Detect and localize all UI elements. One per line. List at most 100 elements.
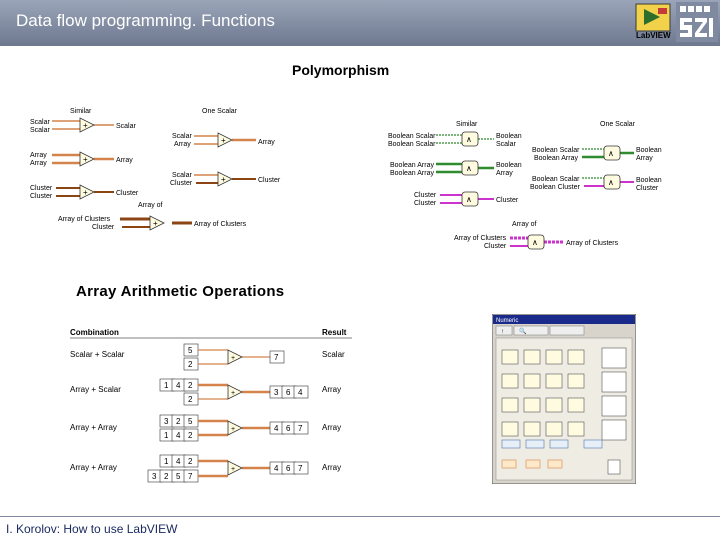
col-header-one-scalar: One Scalar <box>202 108 238 115</box>
output-label: Boolean <box>636 147 662 154</box>
svg-text:+: + <box>83 121 88 130</box>
input-label: Cluster <box>414 192 437 199</box>
output-cell: 4 <box>298 388 303 397</box>
output-cell: 6 <box>286 464 291 473</box>
input-label: Cluster <box>484 243 507 250</box>
palette-icon-row <box>501 439 603 449</box>
input-cell: 4 <box>176 431 181 440</box>
svg-text:+: + <box>231 390 235 397</box>
round-icon[interactable] <box>523 397 541 413</box>
expression-node-icon[interactable] <box>583 439 603 449</box>
footer-text: I. Korolov: How to use LabVIEW <box>6 522 178 536</box>
input-label: Boolean Scalar <box>388 141 436 148</box>
additional-constants-icon[interactable] <box>601 419 627 441</box>
output-label: Array <box>116 157 133 164</box>
output-label: Scalar <box>116 123 137 130</box>
output-label: Array <box>636 155 653 162</box>
input-label: Boolean Array <box>390 162 434 169</box>
square-root-icon[interactable] <box>545 397 563 413</box>
result-label: Array <box>322 463 341 472</box>
numeric-palette-window[interactable]: Numeric ↑ 🔍 <box>492 314 636 484</box>
input-label: Scalar <box>172 133 193 140</box>
output-label: Cluster <box>636 185 659 192</box>
svg-text:+: + <box>221 136 226 145</box>
absolute-value-icon[interactable] <box>501 397 519 413</box>
numeric-constant-small-icon[interactable] <box>549 439 569 449</box>
reciprocal-icon[interactable] <box>501 421 519 437</box>
input-label: Array <box>30 160 47 167</box>
add-array-elements-icon[interactable] <box>545 373 563 389</box>
input-cell: 3 <box>152 472 157 481</box>
decrement-function-icon[interactable] <box>523 373 541 389</box>
input-cell: 2 <box>176 417 181 426</box>
e-constant-icon[interactable] <box>525 459 541 469</box>
input-label: Array <box>174 141 191 148</box>
output-label: Scalar <box>496 141 517 148</box>
combination-label: Array + Array <box>70 423 117 432</box>
input-cell: 5 <box>188 346 193 355</box>
output-label: Cluster <box>258 177 281 184</box>
output-cell: 4 <box>274 464 279 473</box>
slide-title: Data flow programming. Functions <box>16 11 275 30</box>
output-cell: 3 <box>274 388 279 397</box>
input-cell: 3 <box>164 417 169 426</box>
svg-text:+: + <box>231 426 235 433</box>
input-label: Boolean Scalar <box>388 133 436 140</box>
result-header: Result <box>322 328 347 337</box>
numeric-constant-icon[interactable] <box>601 347 627 369</box>
input-label: Boolean Scalar <box>532 176 580 183</box>
input-label: Boolean Array <box>390 170 434 177</box>
svg-text:🔍: 🔍 <box>519 327 527 335</box>
conversion-icon[interactable] <box>601 371 627 393</box>
input-cell: 2 <box>164 472 169 481</box>
multiply-function-icon[interactable] <box>545 349 563 365</box>
input-cell: 4 <box>176 381 181 390</box>
input-label: Array of Clusters <box>454 235 507 242</box>
ring-constant-icon[interactable] <box>525 439 545 449</box>
input-cell: 2 <box>188 381 193 390</box>
palette-options-button[interactable] <box>549 325 585 336</box>
polymorphism-title: Polymorphism <box>292 62 390 78</box>
enum-constant-icon[interactable] <box>501 439 521 449</box>
svg-text:∧: ∧ <box>608 178 614 187</box>
output-cell: 7 <box>274 353 279 362</box>
output-cell: 7 <box>298 464 303 473</box>
svg-text:↑: ↑ <box>501 329 504 335</box>
complex-icon[interactable] <box>601 395 627 417</box>
svg-text:∧: ∧ <box>466 135 472 144</box>
negate-icon[interactable] <box>567 397 585 413</box>
divide-function-icon[interactable] <box>567 349 585 365</box>
output-label: Boolean <box>636 177 662 184</box>
random-number-icon[interactable] <box>545 421 563 437</box>
combination-header: Combination <box>70 328 119 337</box>
add-function-icon[interactable] <box>501 349 519 365</box>
multiply-array-elements-icon[interactable] <box>567 373 585 389</box>
output-label: Cluster <box>496 197 519 204</box>
input-label: Scalar <box>30 119 51 126</box>
pi-constant-icon[interactable] <box>501 459 517 469</box>
infinity-constant-icon[interactable] <box>547 459 563 469</box>
scale-by-power-icon[interactable] <box>567 421 585 437</box>
array-of-label: Array of <box>512 221 537 228</box>
input-cell: 4 <box>176 457 181 466</box>
input-label: Cluster <box>30 185 53 192</box>
input-label: Cluster <box>170 180 193 187</box>
input-label: Array of Clusters <box>58 216 111 223</box>
col-header-one-scalar: One Scalar <box>600 121 636 128</box>
output-label: Array of Clusters <box>566 240 619 247</box>
input-cell: 2 <box>188 395 193 404</box>
input-cell: 5 <box>176 472 181 481</box>
fixed-point-icon[interactable] <box>607 459 621 475</box>
output-label: Array <box>258 139 275 146</box>
array-of-label: Array of <box>138 202 163 209</box>
input-label: Cluster <box>30 193 53 200</box>
increment-function-icon[interactable] <box>501 373 519 389</box>
palette-up-button[interactable] <box>495 325 513 336</box>
svg-text:+: + <box>221 175 226 184</box>
subtract-function-icon[interactable] <box>523 349 541 365</box>
input-cell: 2 <box>188 457 193 466</box>
svg-text:+: + <box>231 355 235 362</box>
input-cell: 5 <box>188 417 193 426</box>
result-label: Array <box>322 423 341 432</box>
sign-icon[interactable] <box>523 421 541 437</box>
